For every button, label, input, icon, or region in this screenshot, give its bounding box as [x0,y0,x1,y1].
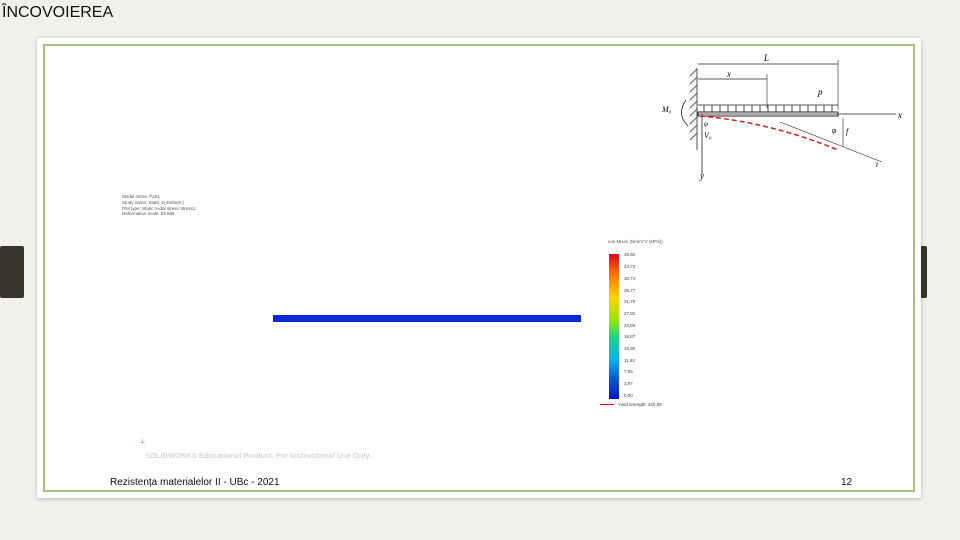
deflection-label: f [846,127,850,136]
tangent-label: t [876,160,879,169]
slope-angle-label: φ [832,126,837,135]
moment-label: M₀ [661,105,672,114]
legend-value: 27,82 [624,311,636,316]
solidworks-watermark: SOLIDWORKS Educational Product. For Inst… [145,451,372,460]
theta-label: φ [704,120,708,128]
page-number: 12 [841,477,853,488]
info-line: Deformation scale: 29,686 [122,211,175,217]
left-side-tab [0,246,24,298]
legend-title: von Mises (N/mm^2 (MPa)) [608,239,663,244]
slide-title: ÎNCOVOIEREA [2,4,114,21]
footer-text: Rezistența materialelor II - UBc - 2021 [110,477,280,488]
simulated-beam [273,315,581,322]
y-axis-label: y [699,171,704,181]
legend-value: 3,97 [624,381,633,386]
legend-value: 23,85 [624,323,636,328]
cantilever-beam-diagram: L x p x y M₀ V₀ φ φ f t [661,53,902,181]
legend-value: 48,60 [624,252,636,257]
wall-support [689,68,698,150]
tangent-line [779,121,883,163]
legend-value: 15,90 [624,346,636,351]
legend-value: 35,77 [624,288,636,293]
x-position-label: x [726,69,731,79]
stress-color-bar [609,254,619,399]
legend-value: 38,74 [624,276,636,281]
simulation-info: Model name: Part1 Study name: Static 1(-… [122,194,195,217]
legend-value: 7,95 [624,369,633,374]
legend-value: 0,00 [624,393,633,398]
yield-marker-icon [600,404,614,406]
legend-value: 11,92 [624,358,635,363]
deflection-curve [699,115,839,151]
moment-arrow [681,99,689,127]
distributed-load [698,104,838,112]
legend-value: 43,72 [624,264,636,269]
simulation-panel: Model name: Part1 Study name: Static 1(-… [118,182,732,467]
yield-strength-label: Yield strength: 220,59 [600,402,662,407]
axes-triad-icon: ⊥ [140,439,146,445]
shear-label: V₀ [704,131,712,140]
legend-value: 31,79 [624,299,636,304]
legend-value: 19,87 [624,334,636,339]
load-label: p [817,87,823,97]
span-label: L [763,53,769,63]
x-axis-label: x [897,110,902,120]
